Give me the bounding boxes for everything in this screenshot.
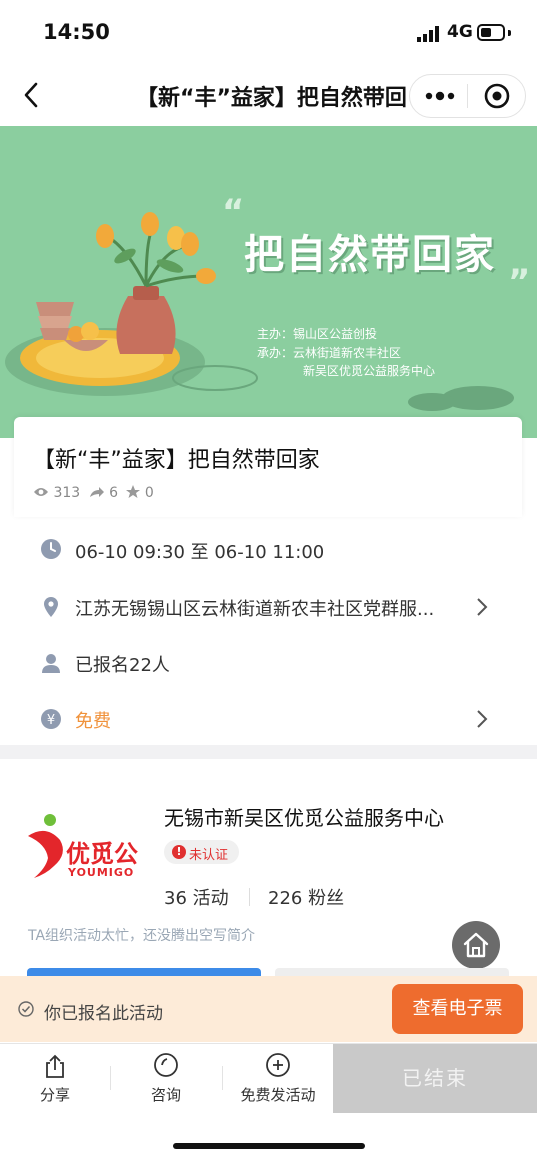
consult-chat-icon[interactable] [153,1052,179,1078]
org-activities: 36 活动 [164,888,229,909]
home-indicator [173,1143,365,1149]
org-logo-text: 优觅公 [66,840,138,868]
share-button[interactable]: 分享 [24,1084,86,1105]
svg-text:¥: ¥ [47,713,55,728]
publish-activity-button[interactable]: 免费发活动 [232,1084,324,1105]
org-intro: TA组织活动太忙，还没腾出空写简介 [28,928,256,944]
network-type: 4G [447,22,473,42]
status-time: 14:50 [43,20,110,44]
view-count: 313 [53,485,81,501]
star-count: 0 [144,485,154,501]
banner-illustration [5,212,514,411]
eye-icon [34,488,48,496]
more-menu-icon[interactable] [423,86,457,106]
banner-organizer-line: 主办：锡山区公益创投 [257,327,378,341]
share-count: 6 [109,485,119,501]
org-name[interactable]: 无锡市新吴区优觅公益服务中心 [164,802,444,831]
back-arrow-icon[interactable] [18,80,48,110]
event-time: 06-10 09:30 至 06-10 11:00 [75,542,325,563]
capsule-divider [467,84,468,108]
event-stats: 313 6 0 [33,485,154,501]
view-e-ticket-button[interactable]: 查看电子票 [392,984,523,1034]
battery-icon [477,24,505,41]
tab-separator [222,1066,223,1090]
home-icon [463,932,489,958]
chevron-right-icon[interactable] [474,596,490,618]
share-icon[interactable] [42,1053,68,1079]
clock-icon [41,539,61,559]
banner-organizer-line: 新吴区优觅公益服务中心 [303,364,436,378]
event-banner [0,126,537,438]
close-miniprogram-icon[interactable] [483,82,511,110]
banner-title: 把自然带回家 [244,232,496,278]
org-logo[interactable]: 优觅公 YOUMIGO [26,812,150,880]
event-location[interactable]: 江苏无锡锡山区云林街道新农丰社区党群服... [75,595,434,621]
battery-tip [508,30,511,36]
stat-separator [249,888,250,906]
share-count-icon [89,487,104,497]
star-icon [126,485,141,498]
event-fee[interactable]: 免费 [75,707,111,733]
page-title: 【新“丰”益家】把自然带回家 [136,86,406,111]
check-circle-icon [18,1001,34,1017]
registered-count: 已报名22人 [75,655,170,676]
alert-icon: ! [172,845,186,859]
org-fans: 226 粉丝 [268,888,345,909]
person-icon [42,654,60,673]
event-ended-button: 已结束 [333,1044,537,1113]
close-quote-mark: ” [508,262,531,302]
add-circle-icon[interactable] [265,1052,291,1078]
home-button[interactable] [452,921,500,969]
tab-separator [110,1066,111,1090]
section-divider [0,745,537,759]
chevron-right-icon[interactable] [474,708,490,730]
registration-status: 你已报名此活动 [44,1004,163,1024]
event-title: 【新“丰”益家】把自然带回家 [33,448,320,473]
banner-organizer-line: 承办：云林街道新农丰社区 [257,346,402,360]
yuan-icon: ¥ [41,709,61,729]
org-logo-subtext: YOUMIGO [68,866,135,879]
open-quote-mark: “ [222,192,245,232]
signal-icon [417,26,439,42]
consult-button[interactable]: 咨询 [135,1084,197,1105]
location-pin-icon[interactable] [40,596,62,618]
unverified-badge-label: 未认证 [189,848,229,863]
